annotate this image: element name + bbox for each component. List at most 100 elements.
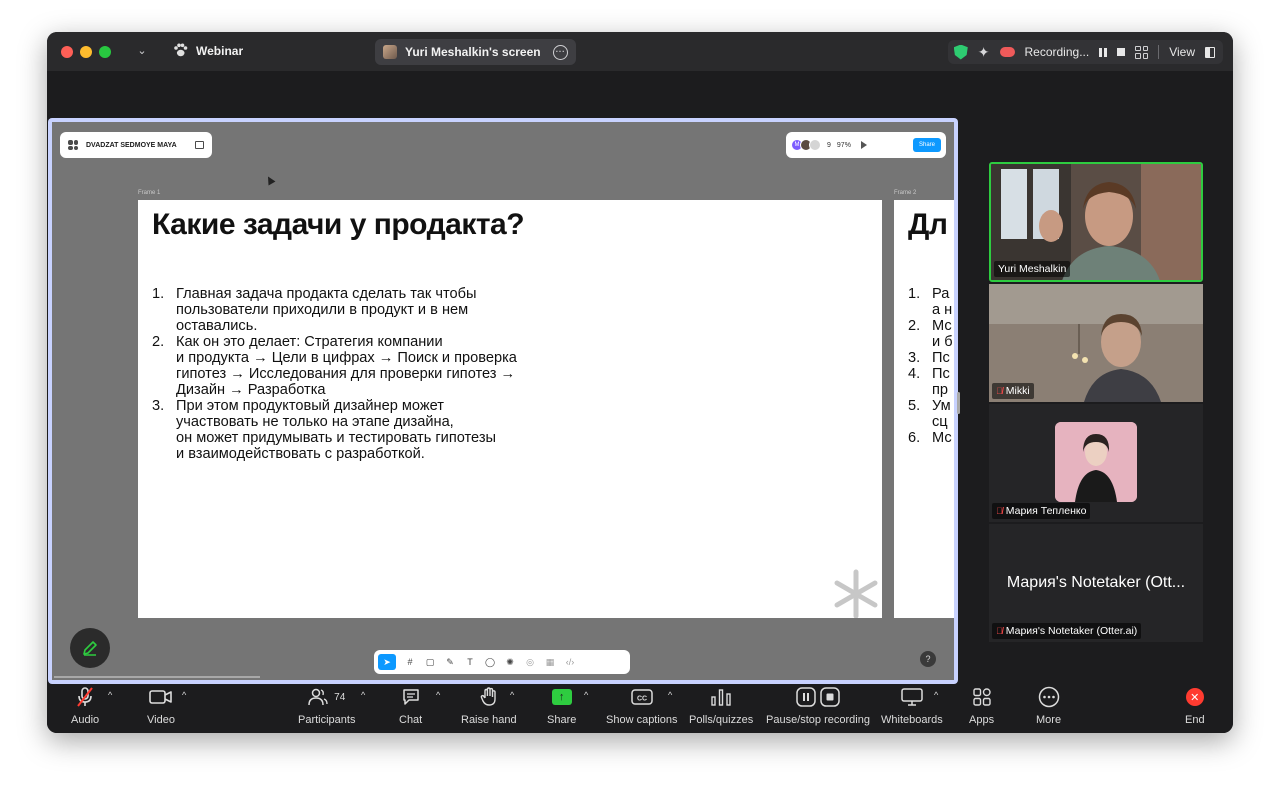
help-button[interactable]: ?: [920, 651, 936, 667]
list-item: 4. Пс: [908, 366, 950, 382]
view-label[interactable]: View: [1169, 45, 1195, 59]
slide1-list: 1. Главная задача продакта сделать так чт…: [152, 286, 872, 462]
mic-muted-icon: 🎙̸: [996, 626, 1003, 636]
list-item: 2. Мс: [908, 318, 952, 334]
audio-options-caret-icon[interactable]: ^: [108, 690, 112, 700]
fullscreen-window-button[interactable]: [99, 46, 111, 58]
canvas-resize-handle[interactable]: [957, 392, 960, 414]
whiteboards-options-caret-icon[interactable]: ^: [934, 690, 938, 700]
close-window-button[interactable]: [61, 46, 73, 58]
end-meeting-button[interactable]: ✕ End: [1185, 686, 1205, 726]
chat-options-caret-icon[interactable]: ^: [436, 690, 440, 700]
stop-recording-icon[interactable]: [1117, 48, 1126, 56]
mic-muted-icon: [77, 687, 93, 707]
figma-toolbar: ➤ # ▢ ✎ T ◯ ✺ ◎ ▦ ‹/›: [374, 650, 630, 674]
security-shield-icon[interactable]: [953, 44, 968, 60]
video-tile-mikki[interactable]: 🎙̸ Mikki: [989, 284, 1203, 402]
meeting-status-group: ✦ Recording... View: [947, 40, 1223, 64]
move-tool-icon[interactable]: ➤: [378, 654, 396, 670]
view-layout-icon[interactable]: [1205, 46, 1215, 58]
presenter-avatar: [383, 45, 397, 59]
pencil-icon: [83, 641, 97, 656]
end-x-icon: ✕: [1185, 688, 1204, 706]
title-bar: ⌄ Webinar Yuri Meshalkin's screen ··· ✦ …: [47, 32, 1233, 71]
slide-frame-1[interactable]: Какие задачи у продакта? 1. Главная задач…: [138, 200, 882, 618]
pause-stop-recording-button[interactable]: Pause/stop recording: [766, 686, 870, 726]
gallery-grid-icon[interactable]: [1135, 45, 1149, 59]
pause-recording-icon[interactable]: [1099, 47, 1108, 57]
text-tool-icon[interactable]: T: [464, 657, 476, 667]
mic-muted-icon: 🎙̸: [996, 506, 1003, 516]
video-tile-notetaker[interactable]: Мария's Notetaker (Ott... 🎙̸ Мария's Not…: [989, 524, 1203, 642]
more-options-icon[interactable]: ···: [553, 44, 568, 60]
annotate-button[interactable]: [70, 628, 110, 668]
figma-logo-icon[interactable]: [68, 140, 78, 150]
pen-tool-icon[interactable]: ✎: [444, 657, 456, 668]
participant-name-tag: 🎙̸ Мария Тепленко: [992, 503, 1091, 519]
zoom-window: ⌄ Webinar Yuri Meshalkin's screen ··· ✦ …: [47, 32, 1233, 733]
svg-text:CC: CC: [637, 696, 647, 703]
participants-options-caret-icon[interactable]: ^: [361, 690, 365, 700]
list-item: 5. Ум: [908, 398, 951, 414]
chevron-down-icon[interactable]: ⌄: [135, 44, 149, 58]
share-options-caret-icon[interactable]: ^: [584, 690, 588, 700]
slide1-title: Какие задачи у продакта?: [152, 208, 525, 241]
shared-screen-pill[interactable]: Yuri Meshalkin's screen ···: [375, 39, 576, 65]
actions-tool-icon[interactable]: ✺: [504, 657, 516, 668]
frame-tool-icon[interactable]: #: [404, 657, 416, 667]
captions-options-caret-icon[interactable]: ^: [668, 690, 672, 700]
list-item: 3. При этом продуктовый дизайнер может уч…: [152, 398, 497, 462]
minimize-window-button[interactable]: [80, 46, 92, 58]
collaborator-avatars[interactable]: M: [791, 139, 821, 151]
whiteboard-icon: [901, 688, 923, 706]
figma-share-button[interactable]: Share: [912, 138, 941, 152]
video-tile-yuri[interactable]: Yuri Meshalkin: [989, 162, 1203, 282]
video-tile-maria[interactable]: 🎙̸ Мария Тепленко: [989, 404, 1203, 522]
design-mode-icon[interactable]: ▦: [544, 657, 556, 668]
apps-button[interactable]: Apps: [969, 686, 994, 726]
ai-companion-icon[interactable]: ✦: [978, 44, 990, 61]
more-dots-icon: [1038, 686, 1059, 708]
collaborator-count[interactable]: 9: [827, 142, 831, 149]
cloud-recording-icon: [999, 47, 1015, 57]
audio-button[interactable]: Audio: [71, 686, 99, 726]
list-item: 6. Мс: [908, 430, 952, 446]
show-captions-button[interactable]: CC Show captions: [606, 686, 678, 726]
comment-tool-icon[interactable]: ◯: [484, 657, 496, 668]
list-item: 2. Как он это делает: Стратегия компании …: [152, 334, 517, 398]
chat-button[interactable]: Chat: [399, 686, 422, 726]
horizontal-scrollbar[interactable]: [54, 676, 260, 678]
polls-button[interactable]: Polls/quizzes: [689, 686, 753, 726]
present-play-icon[interactable]: [860, 141, 867, 149]
draw-mode-icon[interactable]: ◎: [524, 657, 536, 668]
video-button[interactable]: Video: [147, 686, 175, 726]
more-button[interactable]: More: [1036, 686, 1061, 726]
raise-hand-options-caret-icon[interactable]: ^: [510, 690, 514, 700]
participant-name-tag: 🎙̸ Мария's Notetaker (Otter.ai): [992, 623, 1142, 639]
figma-collab-bar: M 9 97% Share: [786, 132, 946, 158]
slide-frame-2[interactable]: Дл 1. Ра а н 2. Мс и б 3. Пс 4. Пс пр 5. Ум с…: [894, 200, 954, 618]
list-item: пр: [932, 382, 949, 398]
participants-button[interactable]: 74 Participants: [298, 686, 355, 726]
figma-file-menu[interactable]: DVADZAT SEDMOYE MAYA: [60, 132, 212, 158]
raise-hand-button[interactable]: Raise hand: [461, 686, 517, 726]
mouse-cursor-icon: [264, 174, 276, 186]
share-button[interactable]: ↑ Share: [547, 686, 576, 726]
zoom-level[interactable]: 97%: [837, 142, 851, 149]
pause-icon: [796, 687, 816, 707]
slide2-title: Дл: [908, 208, 948, 241]
frame2-label[interactable]: Frame 2: [894, 190, 916, 196]
hand-icon: [480, 687, 496, 706]
figma-canvas[interactable]: DVADZAT SEDMOYE MAYA M 9 97% Share Frame…: [52, 122, 960, 680]
webinar-label: Webinar: [173, 42, 243, 60]
meeting-controls: Audio ^ Video ^ 74 Participants ^ Chat ^…: [47, 684, 1233, 733]
rectangle-tool-icon[interactable]: ▢: [424, 657, 436, 668]
dev-mode-icon[interactable]: ‹/›: [564, 657, 576, 667]
video-options-caret-icon[interactable]: ^: [182, 690, 186, 700]
frame1-label[interactable]: Frame 1: [138, 190, 160, 196]
toggle-panel-icon[interactable]: [195, 141, 204, 149]
figma-file-name: DVADZAT SEDMOYE MAYA: [86, 141, 177, 149]
list-item: 1. Ра: [908, 286, 950, 302]
participant-avatar: [1055, 422, 1137, 502]
captions-icon: CC: [631, 689, 653, 705]
